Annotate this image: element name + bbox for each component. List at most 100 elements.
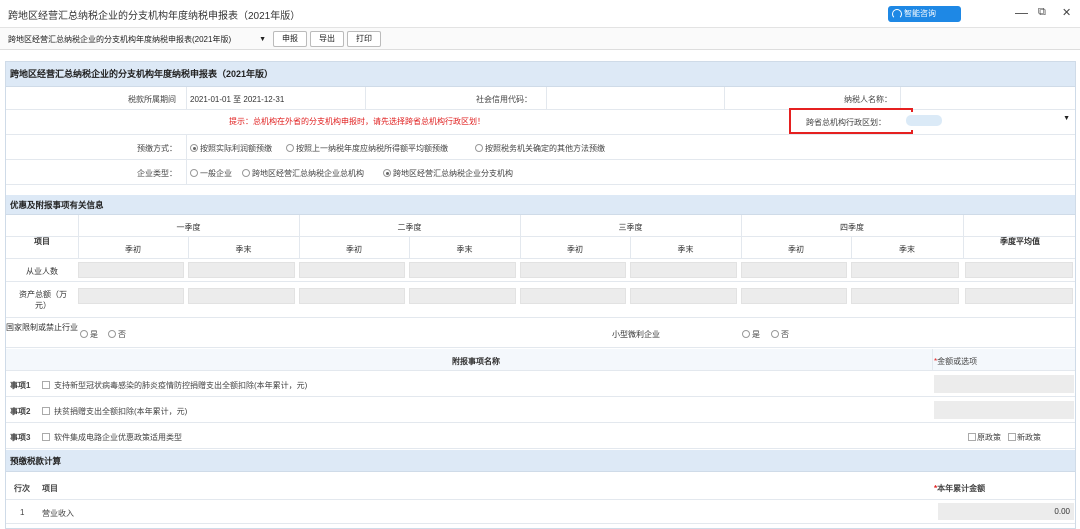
prepay-option-average[interactable]: 按照上一纳税年度应纳税所得额平均额预缴 (286, 143, 448, 154)
window-title: 跨地区经营汇总纳税企业的分支机构年度纳税申报表（2021年版） (8, 11, 301, 22)
form-heading: 跨地区经营汇总纳税企业的分支机构年度纳税申报表（2021年版） (6, 62, 1075, 87)
small-micro-no[interactable]: 否 (771, 329, 789, 340)
checkbox-icon[interactable] (42, 381, 50, 389)
region-label: 跨省总机构行政区划： (806, 118, 886, 127)
checkbox-icon[interactable] (1008, 433, 1016, 441)
close-icon[interactable]: ✕ (1062, 6, 1071, 19)
form-selector-dropdown[interactable]: 跨地区经营汇总纳税企业的分支机构年度纳税申报表(2021年版) ▼ (8, 32, 270, 47)
assets-q2-end-input[interactable] (409, 288, 516, 304)
prepay-option-other[interactable]: 按照税务机关确定的其他方法预缴 (475, 143, 605, 154)
item-2-amount-input[interactable] (934, 401, 1074, 419)
declaration-form: 跨地区经营汇总纳税企业的分支机构年度纳税申报表（2021年版） 税款所属期间 2… (5, 61, 1076, 529)
new-policy-option[interactable]: 新政策 (1008, 432, 1041, 443)
item-number: 事项1 (10, 381, 31, 390)
q1-end-header: 季末 (235, 245, 252, 254)
quarter-header-row: 一季度 二季度 三季度 四季度 (6, 215, 1075, 237)
item-text: 扶贫捐赠支出全额扣除(本年累计，元) (42, 406, 187, 417)
restricted-no[interactable]: 否 (108, 329, 126, 340)
headset-icon (892, 9, 902, 19)
employees-q1-begin-input[interactable] (78, 262, 184, 278)
amount-option-header: *金额或选项 (934, 357, 978, 366)
radio-checked-icon[interactable] (383, 169, 391, 177)
type-option-head[interactable]: 跨地区经营汇总纳税企业总机构 (242, 168, 364, 179)
calc-row-number: 1 (20, 508, 25, 517)
employees-q4-end-input[interactable] (851, 262, 959, 278)
print-button[interactable]: 打印 (347, 31, 381, 47)
toolbar: 跨地区经营汇总纳税企业的分支机构年度纳税申报表(2021年版) ▼ 申报 导出 … (0, 28, 1080, 50)
item-1-amount-input[interactable] (934, 375, 1074, 393)
calc-header-row: 行次 项目 *本年累计金额 (6, 472, 1075, 500)
quarter-1-header: 一季度 (176, 223, 201, 232)
checkbox-icon[interactable] (42, 407, 50, 415)
restricted-yes[interactable]: 是 (80, 329, 98, 340)
radio-icon[interactable] (742, 330, 750, 338)
prepay-option-actual[interactable]: 按照实际利润额预缴 (190, 143, 272, 154)
chevron-down-icon: ▼ (1063, 115, 1070, 122)
assets-avg-input[interactable] (965, 288, 1073, 304)
old-policy-option[interactable]: 原政策 (968, 432, 1001, 443)
assets-q1-begin-input[interactable] (78, 288, 184, 304)
prepay-label: 预缴方式： (137, 144, 177, 153)
type-option-branch[interactable]: 跨地区经营汇总纳税企业分支机构 (383, 168, 513, 179)
smart-consult-button[interactable]: 智能咨询 (888, 6, 961, 22)
calc-row-1: 1 营业收入 0.00 (6, 500, 1075, 524)
chevron-down-icon: ▼ (259, 36, 266, 43)
assets-q4-begin-input[interactable] (741, 288, 847, 304)
revenue-amount-input[interactable]: 0.00 (938, 503, 1074, 520)
radio-icon[interactable] (286, 144, 294, 152)
employees-avg-input[interactable] (965, 262, 1073, 278)
q2-end-header: 季末 (456, 245, 473, 254)
type-option-general[interactable]: 一般企业 (190, 168, 232, 179)
employees-q3-end-input[interactable] (630, 262, 737, 278)
assets-q3-begin-input[interactable] (520, 288, 626, 304)
radio-icon[interactable] (475, 144, 483, 152)
employees-q2-end-input[interactable] (409, 262, 516, 278)
employees-q3-begin-input[interactable] (520, 262, 626, 278)
enterprise-type-row: 企业类型： 一般企业 跨地区经营汇总纳税企业总机构 跨地区经营汇总纳税企业分支机… (6, 160, 1075, 185)
region-value (906, 115, 942, 126)
assets-row: 资产总额（万元） (6, 282, 1075, 318)
assets-q2-begin-input[interactable] (299, 288, 405, 304)
period-row: 税款所属期间 2021-01-01 至 2021-12-31 社会信用代码： 纳… (6, 87, 1075, 110)
employees-row: 从业人数 (6, 259, 1075, 282)
calc-section-title: 预缴税款计算 (6, 450, 1075, 472)
item-text: 支持新型冠状病毒感染的肺炎疫情防控捐赠支出全额扣除(本年累计，元) (42, 380, 307, 391)
employees-q2-begin-input[interactable] (299, 262, 405, 278)
radio-icon[interactable] (108, 330, 116, 338)
export-button[interactable]: 导出 (310, 31, 344, 47)
quarter-2-header: 二季度 (397, 223, 422, 232)
attached-item-1: 事项1 支持新型冠状病毒感染的肺炎疫情防控捐赠支出全额扣除(本年累计，元) (6, 371, 1075, 397)
region-dropdown[interactable]: ▼ (900, 112, 1075, 130)
radio-icon[interactable] (242, 169, 250, 177)
assets-q1-end-input[interactable] (188, 288, 295, 304)
checkbox-icon[interactable] (42, 433, 50, 441)
q3-end-header: 季末 (677, 245, 694, 254)
item-number: 事项2 (10, 407, 31, 416)
checkbox-icon[interactable] (968, 433, 976, 441)
region-row: 提示：总机构在外省的分支机构申报时，请先选择跨省总机构行政区划！ 跨省总机构行政… (6, 108, 1075, 135)
radio-icon[interactable] (190, 169, 198, 177)
small-micro-yes[interactable]: 是 (742, 329, 760, 340)
q4-end-header: 季末 (899, 245, 915, 254)
radio-icon[interactable] (771, 330, 779, 338)
declare-button[interactable]: 申报 (273, 31, 307, 47)
quarter-4-header: 四季度 (840, 223, 864, 232)
period-value: 2021-01-01 至 2021-12-31 (190, 95, 285, 104)
employees-q1-end-input[interactable] (188, 262, 295, 278)
window-titlebar: 跨地区经营汇总纳税企业的分支机构年度纳税申报表（2021年版） 智能咨询 — ⧉… (0, 0, 1080, 28)
item-text: 软件集成电路企业优惠政策适用类型 (42, 432, 182, 443)
q3-begin-header: 季初 (567, 245, 583, 254)
calc-row-item: 营业收入 (42, 509, 74, 518)
radio-icon[interactable] (80, 330, 88, 338)
maximize-icon[interactable]: ⧉ (1038, 6, 1046, 19)
taxpayer-name-label: 纳税人名称： (844, 95, 892, 104)
radio-checked-icon[interactable] (190, 144, 198, 152)
employees-label: 从业人数 (26, 267, 58, 276)
restricted-row: 国家限制或禁止行业 是 否 小型微利企业 是 否 (6, 318, 1075, 348)
credit-code-label: 社会信用代码： (476, 95, 532, 104)
assets-q4-end-input[interactable] (851, 288, 959, 304)
region-notice: 提示：总机构在外省的分支机构申报时，请先选择跨省总机构行政区划！ (229, 117, 485, 126)
assets-q3-end-input[interactable] (630, 288, 737, 304)
employees-q4-begin-input[interactable] (741, 262, 847, 278)
minimize-icon[interactable]: — (1015, 5, 1028, 20)
